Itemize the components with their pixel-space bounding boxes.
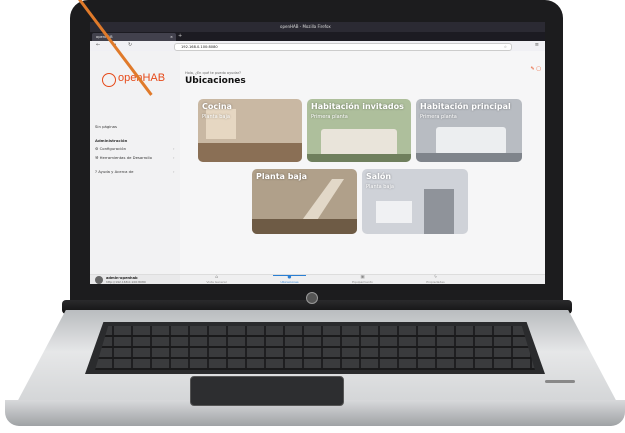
card-name: Habitación invitados — [311, 102, 404, 111]
location-card-habitacion-principal[interactable]: Habitación principal Primera planta — [416, 99, 522, 162]
tab-equipamiento[interactable]: ▣ Equipamiento — [326, 275, 399, 284]
tab-label: Propiedades — [426, 280, 445, 284]
sidebar-item-no-pages: Sin páginas — [95, 124, 117, 129]
page-title: Ubicaciones — [185, 76, 246, 86]
logo-icon — [102, 73, 116, 87]
card-name: Salón — [366, 172, 392, 181]
power-button — [306, 292, 318, 304]
tab-label: Vista General — [206, 280, 227, 284]
chevron-right-icon: › — [173, 155, 175, 160]
user-name: admin-openhab — [106, 275, 138, 280]
tab-vista-general[interactable]: ⌂ Vista General — [180, 275, 253, 284]
location-card-planta-baja[interactable]: Planta baja — [252, 169, 357, 234]
bookmark-star-icon[interactable]: ☆ — [504, 44, 507, 51]
sidebar-item-config[interactable]: ⚙ Configuración › — [95, 146, 175, 151]
user-panel[interactable]: admin-openhab http://192.168.0.100:8080 — [90, 274, 180, 284]
keyboard-rows — [95, 326, 535, 370]
sidebar-item-label: Herramientas de Desarrollo — [99, 155, 152, 160]
close-icon[interactable]: × — [170, 33, 173, 41]
new-tab-icon[interactable]: + — [178, 32, 182, 41]
card-name: Cocina — [202, 102, 232, 111]
card-name: Habitación principal — [420, 102, 511, 111]
card-shape — [198, 143, 302, 162]
user-address: http://192.168.0.100:8080 — [106, 280, 146, 284]
edit-icon[interactable]: ✎ ▢ — [530, 66, 541, 72]
location-card-salon[interactable]: Salón Planta baja — [362, 169, 468, 234]
tab-label: Ubicaciones — [280, 280, 299, 284]
tab-label: Equipamiento — [352, 280, 373, 284]
avatar — [95, 276, 103, 284]
sidebar-item-help[interactable]: ? Ayuda y Acerca de › — [95, 169, 175, 174]
sidebar-heading-admin: Administración — [95, 138, 128, 143]
help-icon: ? — [95, 169, 98, 174]
url-bar[interactable]: 192.168.0.100:8080 ☆ — [174, 42, 512, 51]
trackpad — [190, 376, 344, 406]
card-shape — [376, 201, 412, 223]
chevron-right-icon: › — [173, 169, 175, 174]
back-icon[interactable]: ← — [96, 42, 100, 48]
reload-icon[interactable]: ↻ — [128, 42, 132, 48]
card-shape — [416, 153, 522, 162]
location-card-cocina[interactable]: Cocina Planta baja — [198, 99, 302, 162]
wrench-icon: ⚒ — [95, 155, 99, 160]
card-shape — [321, 129, 397, 157]
main-content: Hola, ¿En qué te puedo ayudar? Ubicacion… — [180, 51, 545, 274]
window-title: openHAB - Mozilla Firefox — [280, 24, 331, 29]
card-shape — [307, 154, 411, 162]
location-card-habitacion-invitados[interactable]: Habitación invitados Primera planta — [307, 99, 411, 162]
tab-propiedades[interactable]: ϟ Propiedades — [399, 275, 472, 284]
card-sub: Primera planta — [311, 114, 348, 120]
window-titlebar: openHAB - Mozilla Firefox — [90, 22, 545, 32]
bottom-navigation: ⌂ Vista General ● Ubicaciones ▣ Equipami… — [180, 274, 545, 284]
gear-icon: ⚙ — [95, 146, 99, 151]
url-text: 192.168.0.100:8080 — [181, 44, 218, 49]
card-shape — [424, 189, 454, 234]
sidebar-item-label: Ayuda y Acerca de — [98, 169, 134, 174]
screen: openHAB - Mozilla Firefox openHAB × + ← … — [90, 22, 545, 284]
menu-icon[interactable]: ≡ — [535, 42, 539, 48]
card-sub: Planta baja — [202, 114, 230, 120]
speaker-grille — [545, 380, 575, 383]
card-name: Planta baja — [256, 172, 307, 181]
card-sub: Primera planta — [420, 114, 457, 120]
card-sub: Planta baja — [366, 184, 394, 190]
sidebar-item-label: Configuración — [99, 146, 126, 151]
sidebar-item-devtools[interactable]: ⚒ Herramientas de Desarrollo › — [95, 155, 175, 160]
tab-ubicaciones[interactable]: ● Ubicaciones — [253, 275, 326, 284]
chevron-right-icon: › — [173, 146, 175, 151]
sidebar: openHAB Sin páginas Administración ⚙ Con… — [90, 51, 181, 274]
card-shape — [252, 219, 357, 234]
breadcrumb: Hola, ¿En qué te puedo ayudar? — [185, 71, 242, 75]
active-indicator — [273, 275, 306, 276]
tab-bar: openHAB × + — [90, 32, 545, 41]
card-shape — [436, 127, 506, 155]
